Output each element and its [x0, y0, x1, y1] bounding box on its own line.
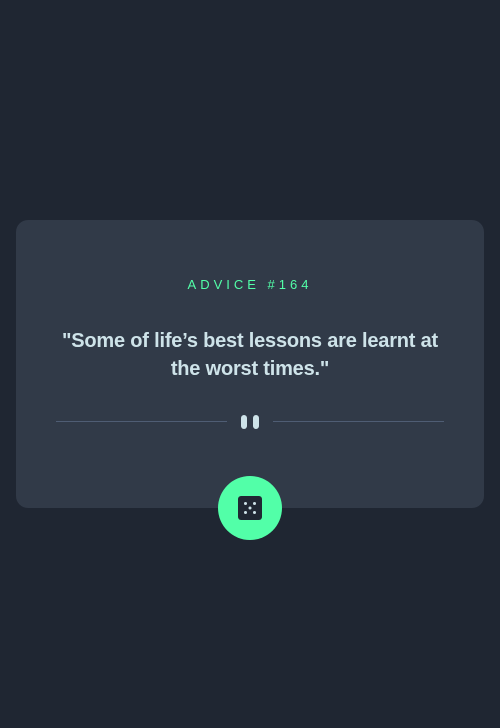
- advice-quote: "Some of life’s best lessons are learnt …: [61, 330, 439, 380]
- pause-icon: [240, 415, 260, 429]
- advice-number: ADVICE #164: [187, 277, 313, 292]
- advice-card: ADVICE #164 "Some of life’s best lessons…: [16, 220, 484, 508]
- divider-line-left: [56, 421, 227, 422]
- divider-line-right: [273, 421, 444, 422]
- pattern-divider: [56, 414, 444, 430]
- dice-icon: [238, 496, 262, 520]
- new-advice-button[interactable]: [218, 476, 282, 540]
